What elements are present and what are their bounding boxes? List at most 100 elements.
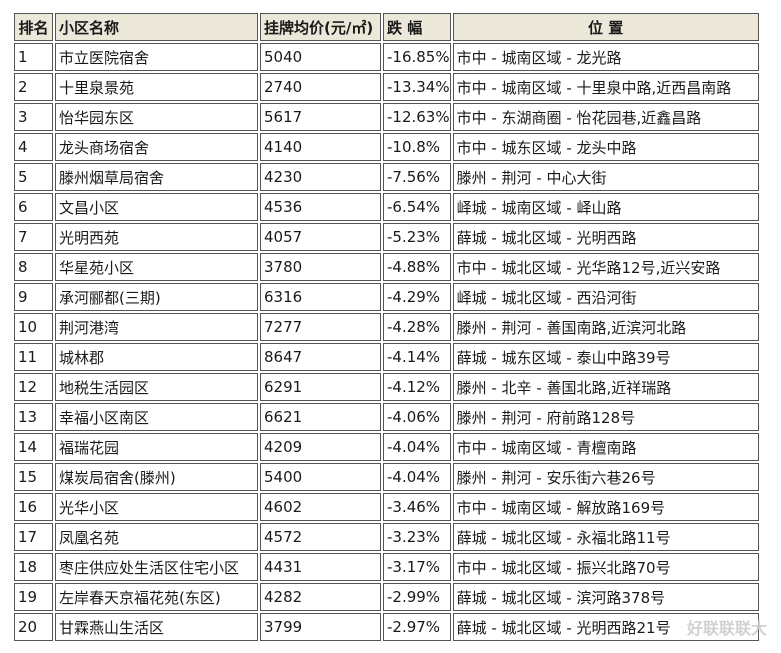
cell-name: 煤炭局宿舍(滕州) [55,463,258,491]
cell-rank: 10 [14,313,53,341]
table-row: 11 城林郡 8647 -4.14% 薛城 - 城东区域 - 泰山中路39号 [14,343,759,371]
cell-location: 薛城 - 城北区域 - 滨河路378号 [452,583,759,611]
cell-change: -3.46% [383,493,451,521]
cell-location: 市中 - 城南区域 - 青檀南路 [452,433,759,461]
cell-name: 地税生活园区 [55,373,258,401]
cell-rank: 6 [14,193,53,221]
cell-price: 6316 [260,283,381,311]
cell-rank: 11 [14,343,53,371]
table-row: 2 十里泉景苑 2740 -13.34% 市中 - 城南区域 - 十里泉中路,近西昌南路 [14,73,759,101]
cell-change: -2.99% [383,583,451,611]
cell-location: 市中 - 城南区域 - 解放路169号 [452,493,759,521]
cell-location: 滕州 - 荆河 - 府前路128号 [452,403,759,431]
cell-name: 滕州烟草局宿舍 [55,163,258,191]
cell-name: 幸福小区南区 [55,403,258,431]
cell-price: 5040 [260,43,381,71]
header-price: 挂牌均价(元/㎡) [260,13,381,41]
cell-rank: 13 [14,403,53,431]
cell-change: -3.23% [383,523,451,551]
table-row: 18 枣庄供应处生活区住宅小区 4431 -3.17% 市中 - 城北区域 - 振兴北路… [14,553,759,581]
cell-name: 凤凰名苑 [55,523,258,551]
cell-change: -16.85% [383,43,451,71]
cell-name: 十里泉景苑 [55,73,258,101]
cell-name: 文昌小区 [55,193,258,221]
cell-rank: 14 [14,433,53,461]
cell-name: 福瑞花园 [55,433,258,461]
cell-location: 滕州 - 荆河 - 中心大街 [452,163,759,191]
cell-rank: 15 [14,463,53,491]
cell-change: -3.17% [383,553,451,581]
cell-location: 滕州 - 荆河 - 安乐街六巷26号 [452,463,759,491]
cell-change: -2.97% [383,613,451,641]
cell-price: 4572 [260,523,381,551]
cell-rank: 9 [14,283,53,311]
cell-name: 光明西苑 [55,223,258,251]
cell-location: 市中 - 城北区域 - 振兴北路70号 [452,553,759,581]
cell-location: 市中 - 东湖商圈 - 怡花园巷,近鑫昌路 [452,103,759,131]
cell-change: -13.34% [383,73,451,101]
table-row: 20 甘霖燕山生活区 3799 -2.97% 薛城 - 城北区域 - 光明西路21号 [14,613,759,641]
table-row: 9 承河郦都(三期) 6316 -4.29% 峄城 - 城北区域 - 西沿河街 [14,283,759,311]
cell-price: 4140 [260,133,381,161]
table-row: 10 荆河港湾 7277 -4.28% 滕州 - 荆河 - 善国南路,近滨河北路 [14,313,759,341]
table-row: 1 市立医院宿舍 5040 -16.85% 市中 - 城南区域 - 龙光路 [14,43,759,71]
cell-name: 承河郦都(三期) [55,283,258,311]
cell-rank: 16 [14,493,53,521]
cell-name: 龙头商场宿舍 [55,133,258,161]
cell-rank: 3 [14,103,53,131]
table-row: 19 左岸春天京福花苑(东区) 4282 -2.99% 薛城 - 城北区域 - 滨河路3… [14,583,759,611]
cell-name: 甘霖燕山生活区 [55,613,258,641]
cell-name: 荆河港湾 [55,313,258,341]
cell-rank: 12 [14,373,53,401]
header-location: 位 置 [452,13,759,41]
header-change: 跌 幅 [383,13,451,41]
ranking-table: 排名 小区名称 挂牌均价(元/㎡) 跌 幅 位 置 1 市立医院宿舍 5040 -16… [12,11,761,643]
cell-price: 4282 [260,583,381,611]
cell-location: 市中 - 城南区域 - 龙光路 [452,43,759,71]
table-row: 5 滕州烟草局宿舍 4230 -7.56% 滕州 - 荆河 - 中心大街 [14,163,759,191]
header-rank: 排名 [14,13,53,41]
cell-change: -4.12% [383,373,451,401]
cell-name: 枣庄供应处生活区住宅小区 [55,553,258,581]
table-row: 7 光明西苑 4057 -5.23% 薛城 - 城北区域 - 光明西路 [14,223,759,251]
table-row: 17 凤凰名苑 4572 -3.23% 薛城 - 城北区域 - 永福北路11号 [14,523,759,551]
cell-price: 4431 [260,553,381,581]
cell-location: 市中 - 城南区域 - 十里泉中路,近西昌南路 [452,73,759,101]
cell-rank: 4 [14,133,53,161]
cell-name: 城林郡 [55,343,258,371]
table-row: 6 文昌小区 4536 -6.54% 峄城 - 城南区域 - 峄山路 [14,193,759,221]
cell-price: 5400 [260,463,381,491]
cell-price: 8647 [260,343,381,371]
cell-price: 5617 [260,103,381,131]
cell-change: -7.56% [383,163,451,191]
cell-price: 4602 [260,493,381,521]
cell-name: 光华小区 [55,493,258,521]
cell-location: 市中 - 城北区域 - 光华路12号,近兴安路 [452,253,759,281]
table-row: 16 光华小区 4602 -3.46% 市中 - 城南区域 - 解放路169号 [14,493,759,521]
cell-price: 4536 [260,193,381,221]
header-name: 小区名称 [55,13,258,41]
cell-rank: 20 [14,613,53,641]
cell-rank: 2 [14,73,53,101]
cell-name: 怡华园东区 [55,103,258,131]
cell-change: -4.04% [383,463,451,491]
table-row: 13 幸福小区南区 6621 -4.06% 滕州 - 荆河 - 府前路128号 [14,403,759,431]
table-row: 8 华星苑小区 3780 -4.88% 市中 - 城北区域 - 光华路12号,近兴安路 [14,253,759,281]
cell-change: -4.06% [383,403,451,431]
cell-price: 3799 [260,613,381,641]
cell-price: 2740 [260,73,381,101]
cell-name: 左岸春天京福花苑(东区) [55,583,258,611]
cell-price: 7277 [260,313,381,341]
cell-location: 薛城 - 城北区域 - 光明西路21号 [452,613,759,641]
cell-location: 市中 - 城东区域 - 龙头中路 [452,133,759,161]
cell-price: 4057 [260,223,381,251]
cell-location: 峄城 - 城南区域 - 峄山路 [452,193,759,221]
cell-location: 薛城 - 城北区域 - 永福北路11号 [452,523,759,551]
cell-price: 4230 [260,163,381,191]
cell-rank: 1 [14,43,53,71]
cell-location: 薛城 - 城北区域 - 光明西路 [452,223,759,251]
cell-price: 6291 [260,373,381,401]
header-row: 排名 小区名称 挂牌均价(元/㎡) 跌 幅 位 置 [14,13,759,41]
table-row: 4 龙头商场宿舍 4140 -10.8% 市中 - 城东区域 - 龙头中路 [14,133,759,161]
cell-price: 4209 [260,433,381,461]
